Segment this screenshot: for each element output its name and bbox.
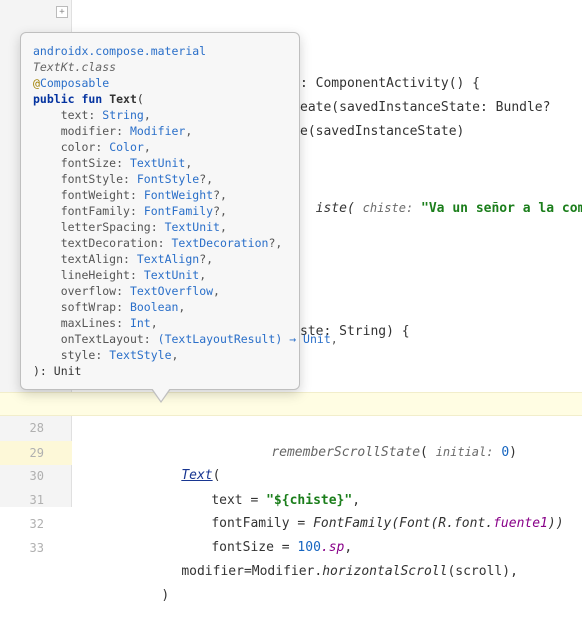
doc-params: text: String, modifier: Modifier, color:… <box>33 107 287 363</box>
code-fragment: fuente1 <box>493 516 548 531</box>
code-fragment: )) <box>548 516 564 531</box>
line-number: 33 <box>0 536 72 560</box>
paren-close: ) <box>161 588 169 603</box>
code-fragment: e(savedInstanceState) <box>300 120 464 144</box>
doc-declaration: public fun Text( <box>33 91 287 107</box>
eq-sign: = <box>244 564 252 579</box>
code-fragment: iste( chiste: "Va un señor a la com <box>300 172 582 221</box>
quick-doc-popup[interactable]: androidx.compose.material TextKt.class @… <box>20 32 300 390</box>
doc-return: ): Unit <box>33 363 287 379</box>
arg-name: modifier <box>181 564 244 579</box>
fold-toggle-icon[interactable]: + <box>56 6 68 18</box>
doc-annotation: @Composable <box>33 75 287 91</box>
code-fragment: : ComponentActivity() { <box>300 72 480 96</box>
code-fragment: Modifier. <box>252 564 322 579</box>
code-fragment: eate(savedInstanceState: Bundle? <box>300 96 550 120</box>
code-fragment: (scroll), <box>447 564 517 579</box>
doc-package-line: androidx.compose.material TextKt.class <box>33 43 287 75</box>
code-fragment: horizontalScroll <box>322 564 447 579</box>
